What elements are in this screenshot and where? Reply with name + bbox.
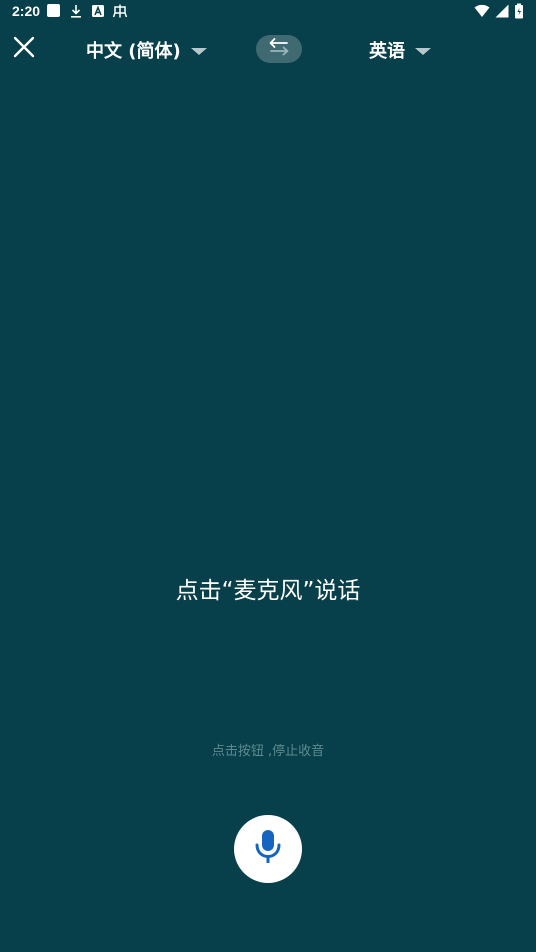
battery-icon [514,3,524,19]
source-language-label: 中文 (简体) [86,41,181,62]
status-time: 2:20 [12,3,41,19]
status-bar: 2:20 [0,0,536,24]
voice-translate-screen: 2:20 中文 (简体) 英语 点击“麦克风”说话 点击按钮 ,停止收音 [0,0,536,952]
signal-icon [494,3,510,19]
close-icon [12,35,36,63]
close-button[interactable] [6,31,42,67]
chevron-down-icon [190,47,207,55]
download-icon [68,3,84,19]
wifi-icon [474,3,490,19]
chevron-down-icon [415,47,431,55]
microphone-button[interactable] [234,815,302,883]
swap-languages-button[interactable] [256,35,302,63]
speak-prompt: 点击“麦克风”说话 [175,578,361,604]
square-icon [46,3,62,19]
text-a-icon [90,3,106,19]
microphone-icon [253,829,283,869]
top-bar: 中文 (简体) 英语 [0,24,536,76]
app-icon [112,3,128,19]
status-right-icons [474,3,524,19]
swap-arrows-icon [266,37,292,61]
source-language-selector[interactable]: 中文 (简体) [86,36,207,64]
status-left-icons [46,3,128,19]
stop-recording-hint: 点击按钮 ,停止收音 [211,744,325,759]
target-language-label: 英语 [369,41,405,62]
target-language-selector[interactable]: 英语 [369,36,431,64]
